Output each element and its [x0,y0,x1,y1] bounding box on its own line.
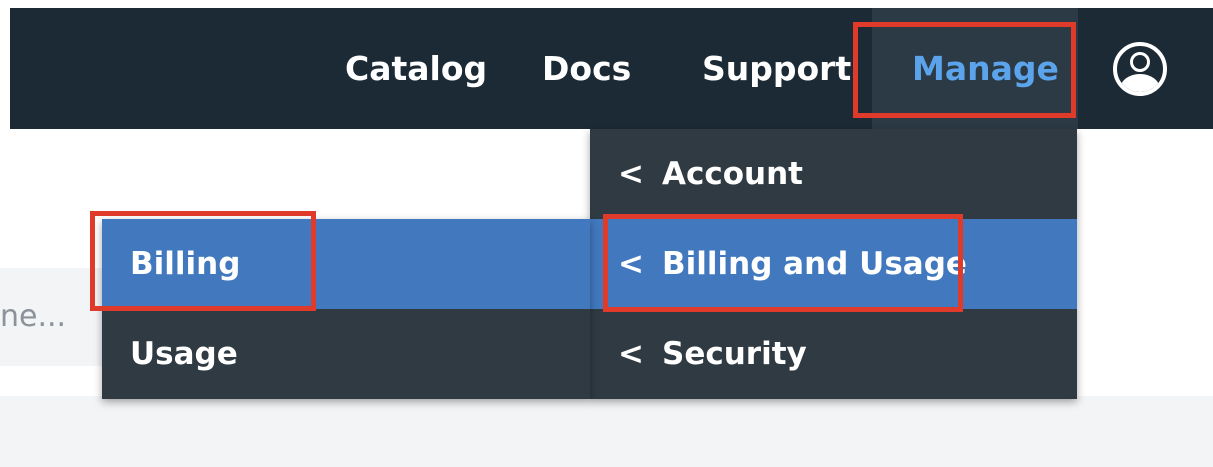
nav-manage[interactable]: Manage [912,8,1059,129]
submenu-item-billing[interactable]: Billing [102,219,590,309]
top-navigation-bar: Catalog Docs Support Manage [10,8,1213,129]
menu-item-billing-and-usage[interactable]: < Billing and Usage [590,219,1077,309]
billing-submenu: Billing Usage [102,219,590,399]
search-input-text: ne... [0,299,67,334]
nav-docs[interactable]: Docs [542,8,631,129]
nav-catalog[interactable]: Catalog [345,8,487,129]
chevron-left-icon: < [618,156,644,192]
menu-item-account-label: Account [662,156,803,192]
user-avatar-icon[interactable] [1113,42,1167,96]
manage-dropdown-menu: < Account < Billing and Usage < Security [590,129,1077,399]
submenu-item-usage[interactable]: Usage [102,309,590,399]
menu-item-security-label: Security [662,336,807,372]
chevron-left-icon: < [618,246,644,282]
nav-support[interactable]: Support [702,8,851,129]
avatar-head-shape [1130,52,1150,72]
submenu-item-usage-label: Usage [130,336,238,372]
menu-item-billing-and-usage-label: Billing and Usage [662,246,967,282]
menu-item-account[interactable]: < Account [590,129,1077,219]
menu-item-security[interactable]: < Security [590,309,1077,399]
submenu-item-billing-label: Billing [130,246,241,282]
avatar-shoulders-shape [1120,74,1160,92]
chevron-left-icon: < [618,336,644,372]
content-background-strip [0,396,1213,467]
